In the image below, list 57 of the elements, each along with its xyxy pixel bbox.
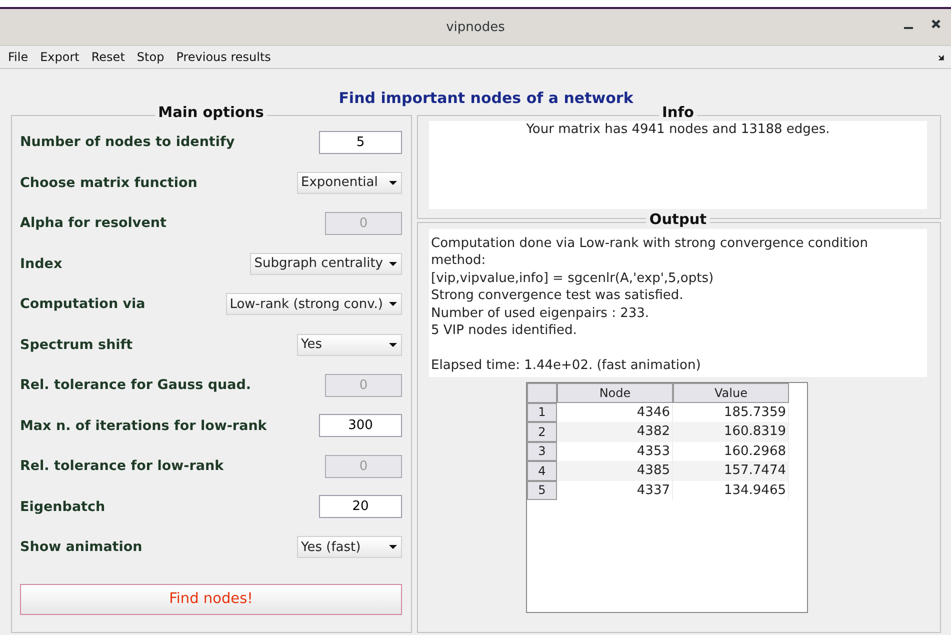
output-line: 5 VIP nodes identified. (431, 322, 578, 340)
column-header[interactable]: Value (673, 383, 789, 403)
option-label: Eigenbatch (20, 498, 106, 515)
table-cell: 4337 (557, 480, 673, 500)
option-label: Computation via (20, 296, 146, 312)
option-label: Choose matrix function (20, 174, 198, 191)
dropdown[interactable]: Exponential (297, 172, 402, 194)
option-label: Max n. of iterations for low-rank (20, 418, 267, 434)
option-label: Alpha for resolvent (20, 215, 166, 232)
caret-icon (389, 302, 397, 306)
arrow-icon[interactable] (938, 54, 945, 60)
info-text: Your matrix has 4941 nodes and 13188 edges. (429, 121, 927, 209)
row-header[interactable]: 2 (527, 422, 557, 442)
panel-title: Main options (155, 105, 267, 121)
output-line: Number of used eigenpairs : 233. (431, 304, 650, 322)
option-label: Show animation (20, 539, 142, 556)
dropdown[interactable]: Low-rank (strong conv.) (226, 293, 402, 316)
caret-icon (389, 342, 397, 347)
find-button[interactable]: Find nodes! (20, 584, 402, 614)
dropdown[interactable]: Yes (297, 334, 402, 356)
dropdown[interactable]: Yes (fast) (297, 536, 402, 558)
option-label: Number of nodes to identify (20, 134, 235, 150)
option-label: Rel. tolerance for Gauss quad. (20, 377, 252, 394)
menu-item[interactable]: Stop (136, 50, 164, 64)
option-label: Index (20, 256, 62, 272)
output-line: Elapsed time: 1.44e+02. (fast animation) (431, 356, 702, 374)
caret-icon (389, 545, 397, 550)
row-header[interactable]: 4 (527, 461, 557, 481)
output-line: Strong convergence test was satisfied. (431, 287, 684, 305)
caret-icon (389, 180, 397, 185)
menu-item[interactable]: Previous results (176, 50, 271, 64)
menu-item[interactable]: Reset (91, 50, 125, 64)
menu-item[interactable]: File (8, 50, 28, 64)
option-label: Spectrum shift (20, 336, 133, 353)
panel-title: Output (646, 212, 710, 228)
input-field[interactable]: 20 (319, 495, 402, 518)
page-heading: Find important nodes of a network (338, 89, 634, 107)
row-header[interactable]: 1 (527, 402, 557, 422)
option-label: Rel. tolerance for low-rank (20, 458, 224, 474)
close-icon[interactable] (931, 19, 941, 29)
caret-icon (389, 262, 397, 266)
table-cell: 157.7474 (673, 461, 789, 481)
column-header[interactable]: Node (557, 383, 673, 403)
menu-item[interactable]: Export (40, 50, 80, 64)
input-field[interactable]: 5 (319, 130, 402, 154)
row-header[interactable]: 3 (527, 442, 557, 462)
row-header[interactable]: 5 (527, 480, 557, 500)
table-cell: 4382 (557, 422, 673, 442)
table-cell: 160.8319 (673, 422, 789, 442)
input-field[interactable]: 300 (319, 414, 402, 438)
output-line: [vip,vipvalue,info] = sgcenlr(A,'exp',5,opts) (431, 270, 715, 288)
corner-cell (527, 383, 557, 403)
output-line: Computation done via Low-rank with strong convergence condition method: (431, 235, 870, 270)
table-cell: 134.9465 (673, 480, 789, 500)
window-title: vipnodes (446, 20, 505, 34)
table-cell: 4385 (557, 461, 673, 481)
dropdown[interactable]: Subgraph centrality (250, 252, 402, 275)
